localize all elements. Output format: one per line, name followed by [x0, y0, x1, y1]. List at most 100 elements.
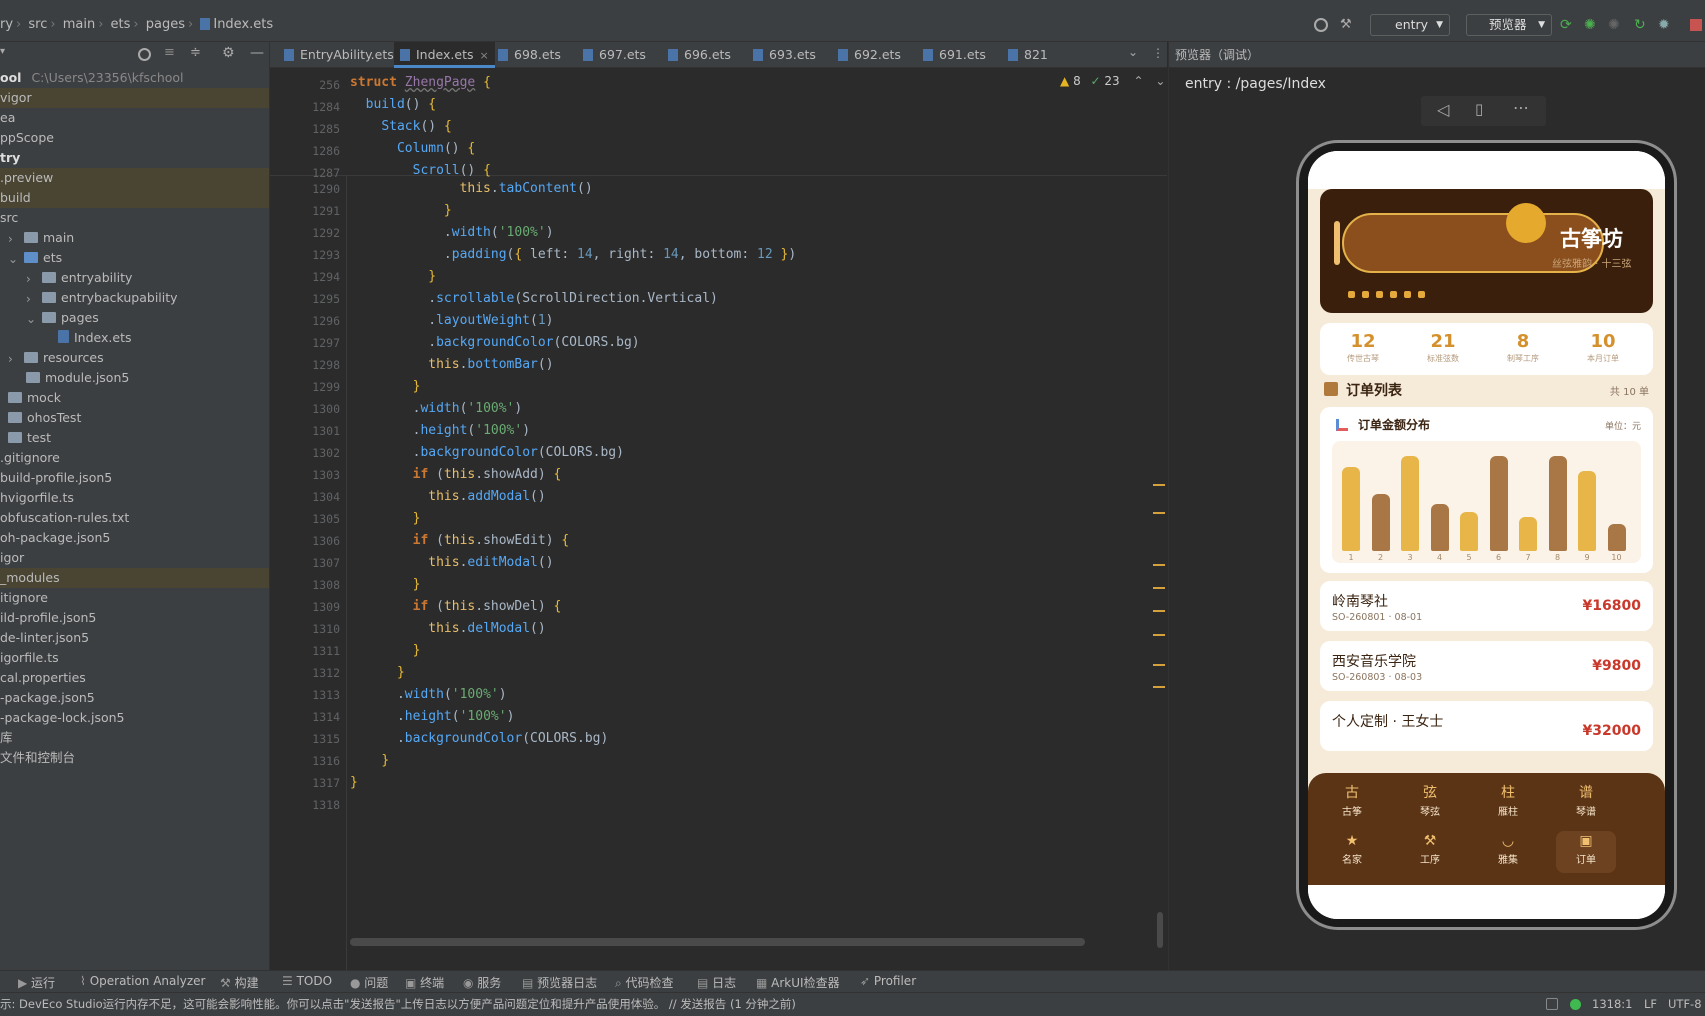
order-card[interactable]: 个人定制 · 王女士 ¥32000 [1320, 701, 1653, 751]
inspection-widget[interactable]: ▲ 8 ✓ 23 ⌃ ⌄ [1060, 74, 1165, 88]
breadcrumb-item[interactable]: ry [0, 17, 13, 32]
debug-icon[interactable]: ✺ [1584, 17, 1596, 33]
tool-window-button[interactable]: ▶ 运行 [18, 974, 55, 991]
chevron-right-icon[interactable]: › [8, 229, 20, 246]
tree-item[interactable]: mock [0, 388, 269, 408]
breadcrumb-item[interactable]: Index.ets [213, 17, 273, 32]
carousel-dot[interactable] [1390, 291, 1397, 298]
order-card[interactable]: 西安音乐学院 SO-260803 · 08-03 ¥9800 [1320, 641, 1653, 691]
file-encoding[interactable]: UTF-8 [1668, 993, 1702, 1015]
breadcrumb-item[interactable]: ets [111, 17, 131, 32]
warning-marker[interactable] [1153, 587, 1165, 589]
chart-bar[interactable] [1548, 456, 1567, 551]
carousel-dot[interactable] [1348, 291, 1355, 298]
back-icon[interactable]: ◁ [1437, 100, 1449, 119]
tree-item[interactable]: .gitignore [0, 448, 269, 468]
sticky-code[interactable]: struct ZhengPage { build() { Stack() { C… [350, 72, 491, 182]
tool-window-button[interactable]: ▦ ArkUI检查器 [756, 974, 840, 991]
tree-item[interactable]: 库 [0, 728, 269, 748]
tree-item[interactable]: ⌄ pages [0, 308, 269, 328]
expand-all-icon[interactable]: ≡ [164, 45, 175, 60]
warning-marker[interactable] [1153, 664, 1165, 666]
tree-item[interactable]: ea [0, 108, 269, 128]
tool-window-button[interactable]: ● 问题 [350, 974, 388, 991]
nav-item[interactable]: ★ 名家 [1322, 831, 1382, 873]
chart-bar[interactable] [1371, 493, 1390, 551]
carousel-dot[interactable] [1418, 291, 1425, 298]
editor-tab[interactable]: 698.ets [492, 42, 567, 68]
tool-window-button[interactable]: ⚒ 构建 [220, 974, 259, 991]
nav-item[interactable]: ▣ 订单 [1556, 831, 1616, 873]
nav-item[interactable]: ◡ 雅集 [1478, 831, 1538, 873]
tree-item[interactable]: module.json5 [0, 368, 269, 388]
collapse-all-icon[interactable]: ≑ [190, 45, 201, 60]
tree-item[interactable]: test [0, 428, 269, 448]
tree-item[interactable]: src [0, 208, 269, 228]
close-icon[interactable]: × [480, 49, 489, 62]
tree-item[interactable]: hvigorfile.ts [0, 488, 269, 508]
editor-tab[interactable]: 692.ets [832, 42, 907, 68]
chevron-right-icon[interactable]: › [26, 289, 38, 306]
editor-tab[interactable]: 697.ets [577, 42, 652, 68]
warning-marker[interactable] [1153, 686, 1165, 688]
tree-item[interactable]: › entryability [0, 268, 269, 288]
tree-item[interactable]: obfuscation-rules.txt [0, 508, 269, 528]
nav-item[interactable]: 柱雁柱 [1478, 783, 1538, 825]
tool-window-button[interactable]: ▤ 日志 [697, 974, 736, 991]
warning-marker[interactable] [1153, 634, 1165, 636]
tree-item[interactable]: build [0, 188, 269, 208]
chevron-down-icon[interactable]: ⌄ [1155, 74, 1165, 88]
tree-item[interactable]: › main [0, 228, 269, 248]
rerun-icon[interactable]: ⟳ [1560, 17, 1572, 33]
tool-window-button[interactable]: ⌇ Operation Analyzer [80, 974, 205, 988]
breadcrumb-item[interactable]: main [63, 17, 95, 32]
warning-marker[interactable] [1153, 564, 1165, 566]
locate-icon[interactable] [138, 48, 151, 61]
status-message[interactable]: 示: DevEco Studio运行内存不足，这可能会影响性能。你可以点击"发送… [0, 993, 796, 1015]
line-separator[interactable]: LF [1644, 993, 1657, 1015]
chart-bar[interactable] [1342, 467, 1360, 551]
tree-item[interactable]: Index.ets [0, 328, 269, 348]
tree-item[interactable]: › entrybackupability [0, 288, 269, 308]
tool-window-button[interactable]: ➶ Profiler [860, 974, 916, 988]
tree-item[interactable]: › resources [0, 348, 269, 368]
tree-item[interactable]: ohosTest [0, 408, 269, 428]
tool-window-button[interactable]: ☰ TODO [282, 974, 332, 988]
tree-item[interactable]: try [0, 148, 269, 168]
rotate-icon[interactable]: ▯ [1475, 100, 1483, 118]
breadcrumb-item[interactable]: src [28, 17, 47, 32]
vertical-scrollbar[interactable] [1157, 912, 1163, 948]
chevron-right-icon[interactable]: › [26, 269, 38, 286]
gear-icon[interactable]: ⚙ [222, 45, 235, 61]
profile-icon[interactable]: ✹ [1658, 17, 1670, 33]
carousel-dot[interactable] [1376, 291, 1383, 298]
tree-item[interactable]: build-profile.json5 [0, 468, 269, 488]
editor-tab[interactable]: 693.ets [747, 42, 822, 68]
tree-item[interactable]: itignore [0, 588, 269, 608]
nav-item[interactable]: 古古筝 [1322, 783, 1382, 825]
target-icon[interactable] [1314, 18, 1328, 32]
more-icon[interactable]: ⋮ [1152, 46, 1164, 60]
nav-item[interactable]: 谱琴谱 [1556, 783, 1616, 825]
chart-bar[interactable] [1430, 503, 1449, 551]
caret-position[interactable]: 1318:1 [1592, 993, 1632, 1015]
collapse-arrow-icon[interactable]: ▾ [0, 46, 5, 57]
refresh-icon[interactable]: ↻ [1634, 17, 1646, 33]
attach-icon[interactable]: ✺ [1608, 17, 1620, 33]
minimize-icon[interactable]: — [250, 45, 264, 61]
hammer-icon[interactable]: ⚒ [1340, 18, 1354, 32]
chevron-right-icon[interactable]: › [8, 349, 20, 366]
tree-item[interactable]: _modules [0, 568, 269, 588]
chevron-up-icon[interactable]: ⌃ [1134, 74, 1144, 88]
breadcrumb-item[interactable]: pages [146, 17, 185, 32]
carousel-dot[interactable] [1404, 291, 1411, 298]
memory-icon[interactable] [1546, 998, 1558, 1010]
tree-item[interactable]: ild-profile.json5 [0, 608, 269, 628]
run-config-select[interactable]: entry ▼ [1370, 14, 1450, 36]
nav-item[interactable]: 弦琴弦 [1400, 783, 1460, 825]
device-select[interactable]: 预览器 ▼ [1466, 14, 1552, 36]
warning-marker[interactable] [1153, 484, 1165, 486]
tree-root[interactable]: ool C:\Users\23356\kfschool [0, 68, 269, 88]
chevron-down-icon[interactable]: ⌄ [26, 309, 38, 326]
tree-item[interactable]: igor [0, 548, 269, 568]
